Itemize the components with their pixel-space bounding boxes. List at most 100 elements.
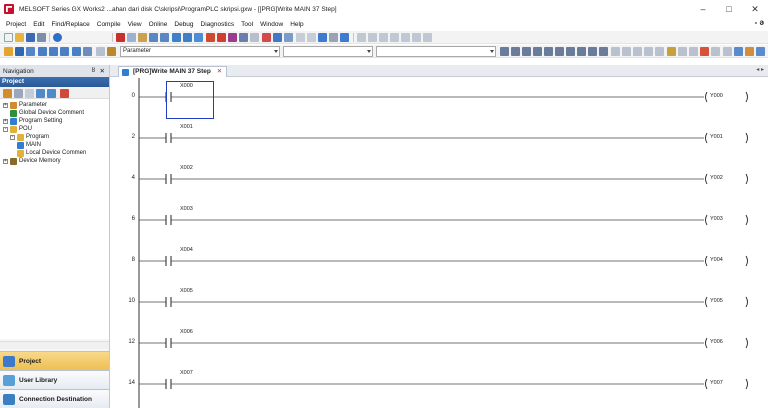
minimize-button[interactable]: – [690, 0, 716, 18]
device-list-icon[interactable] [60, 47, 69, 56]
tab-prg-main[interactable]: [PRG]Write MAIN 37 Step ✕ [118, 66, 228, 77]
column-insert-icon[interactable] [379, 33, 388, 42]
tab-close-icon[interactable]: ✕ [217, 67, 222, 77]
verify-plc-icon[interactable] [194, 33, 203, 42]
pulse-branch-icon[interactable] [611, 47, 620, 56]
tree-item[interactable]: + Program Setting [3, 117, 62, 125]
coil-device-label[interactable]: Y007 [710, 380, 723, 386]
ladder-erase-icon[interactable] [678, 47, 687, 56]
zoom-in-icon[interactable] [734, 47, 743, 56]
coil-device-label[interactable]: Y000 [710, 93, 723, 99]
watch-icon[interactable] [228, 33, 237, 42]
pin-icon[interactable]: ȣ [92, 68, 95, 74]
new-project-icon[interactable] [4, 33, 13, 42]
project-tree[interactable]: + Parameter Global Device Comment + Program … [0, 99, 109, 339]
device-batch-icon[interactable] [273, 33, 282, 42]
coil-device-label[interactable]: Y006 [710, 339, 723, 345]
contact-device-label[interactable]: X007 [180, 370, 193, 376]
contact-device-label[interactable]: X003 [180, 206, 193, 212]
melsoft-app-icon[interactable] [4, 4, 14, 14]
paste-icon[interactable] [138, 33, 147, 42]
copy-icon[interactable] [127, 33, 136, 42]
tree-item[interactable]: + Device Memory [3, 157, 61, 165]
horizontal-line-icon[interactable] [566, 47, 575, 56]
collapse-icon[interactable]: - [10, 134, 15, 140]
close-button[interactable]: ✕ [742, 0, 768, 18]
menu-edit[interactable]: Edit [33, 21, 44, 28]
filter-icon[interactable] [60, 89, 69, 98]
menu-help[interactable]: Help [290, 21, 303, 28]
cross-reference-icon[interactable] [49, 47, 58, 56]
memory-icon[interactable] [318, 33, 327, 42]
coil-device-label[interactable]: Y002 [710, 175, 723, 181]
program-list-icon[interactable] [307, 33, 316, 42]
contact-device-label[interactable]: X001 [180, 124, 193, 130]
contact-device-label[interactable]: X006 [180, 329, 193, 335]
tree-item[interactable]: + Parameter [3, 101, 47, 109]
closed-branch-icon[interactable] [533, 47, 542, 56]
coil-icon[interactable] [544, 47, 553, 56]
menu-view[interactable]: View [128, 21, 142, 28]
open-project-icon[interactable] [15, 33, 24, 42]
menu-window[interactable]: Window [260, 21, 283, 28]
convert-icon[interactable] [756, 47, 765, 56]
menu-compile[interactable]: Compile [97, 21, 121, 28]
simulation-icon[interactable] [239, 33, 248, 42]
nav-button-user-library[interactable]: User Library [0, 370, 109, 389]
zoom-out-icon[interactable] [745, 47, 754, 56]
remote-operation-icon[interactable] [329, 33, 338, 42]
project-view-icon[interactable] [4, 47, 13, 56]
print-icon[interactable] [37, 33, 46, 42]
project-icon[interactable] [3, 89, 12, 98]
menu-debug[interactable]: Debug [174, 21, 193, 28]
coil-device-label[interactable]: Y004 [710, 257, 723, 263]
collapse-icon[interactable] [36, 89, 45, 98]
connection-icon[interactable] [340, 33, 349, 42]
device-comment-icon[interactable] [700, 47, 709, 56]
operation-result-icon[interactable] [633, 47, 642, 56]
window-list-icon[interactable] [26, 47, 35, 56]
open-contact-icon[interactable] [500, 47, 509, 56]
menu-diagnostics[interactable]: Diagnostics [201, 21, 235, 28]
menu-online[interactable]: Online [149, 21, 168, 28]
write-to-plc-icon[interactable] [172, 33, 181, 42]
mdi-window-controls[interactable]: - ə [755, 18, 764, 27]
parameter-combo[interactable]: Parameter [120, 46, 280, 57]
ladder-editor[interactable]: 0 X000 Y000 2 X001 Y001 4 X002 Y002 6 X003 Y003 8 X00… [110, 78, 768, 408]
open-branch-icon[interactable] [522, 47, 531, 56]
scan-time-icon[interactable] [296, 33, 305, 42]
close-icon[interactable]: ✕ [100, 67, 105, 75]
watch-window-icon[interactable] [72, 47, 81, 56]
coil-device-label[interactable]: Y003 [710, 216, 723, 222]
expand-icon[interactable]: + [3, 118, 8, 124]
ladder-delete-icon[interactable] [368, 33, 377, 42]
ladder-draw-icon[interactable] [667, 47, 676, 56]
read-from-plc-icon[interactable] [183, 33, 192, 42]
expand-icon[interactable]: + [3, 102, 8, 108]
nav-button-connection-destination[interactable]: Connection Destination [0, 389, 109, 408]
tree-horizontal-scrollbar[interactable] [0, 341, 109, 349]
contact-device-label[interactable]: X004 [180, 247, 193, 253]
tree-item[interactable]: - Program [10, 133, 49, 141]
coil-device-label[interactable]: Y001 [710, 134, 723, 140]
device-combo[interactable] [376, 46, 496, 57]
vertical-line-icon[interactable] [577, 47, 586, 56]
line-delete-icon[interactable] [412, 33, 421, 42]
tab-scroll-arrows[interactable]: ◂ ▸ [756, 66, 764, 73]
rising-pulse-icon[interactable] [588, 47, 597, 56]
new-data-icon[interactable] [14, 89, 23, 98]
zoom-icon[interactable] [83, 47, 92, 56]
menu-tool[interactable]: Tool [241, 21, 253, 28]
delete-data-icon[interactable] [25, 89, 34, 98]
edit-cursor[interactable] [166, 81, 214, 119]
column-delete-icon[interactable] [390, 33, 399, 42]
monitor-stop-icon[interactable] [217, 33, 226, 42]
diagnostics-icon[interactable] [262, 33, 271, 42]
statement-icon[interactable] [711, 47, 720, 56]
library-icon[interactable] [107, 47, 116, 56]
output-icon[interactable] [38, 47, 47, 56]
find-icon[interactable] [96, 47, 105, 56]
comment-icon[interactable] [423, 33, 432, 42]
monitor-start-icon[interactable] [206, 33, 215, 42]
ladder-insert-icon[interactable] [357, 33, 366, 42]
